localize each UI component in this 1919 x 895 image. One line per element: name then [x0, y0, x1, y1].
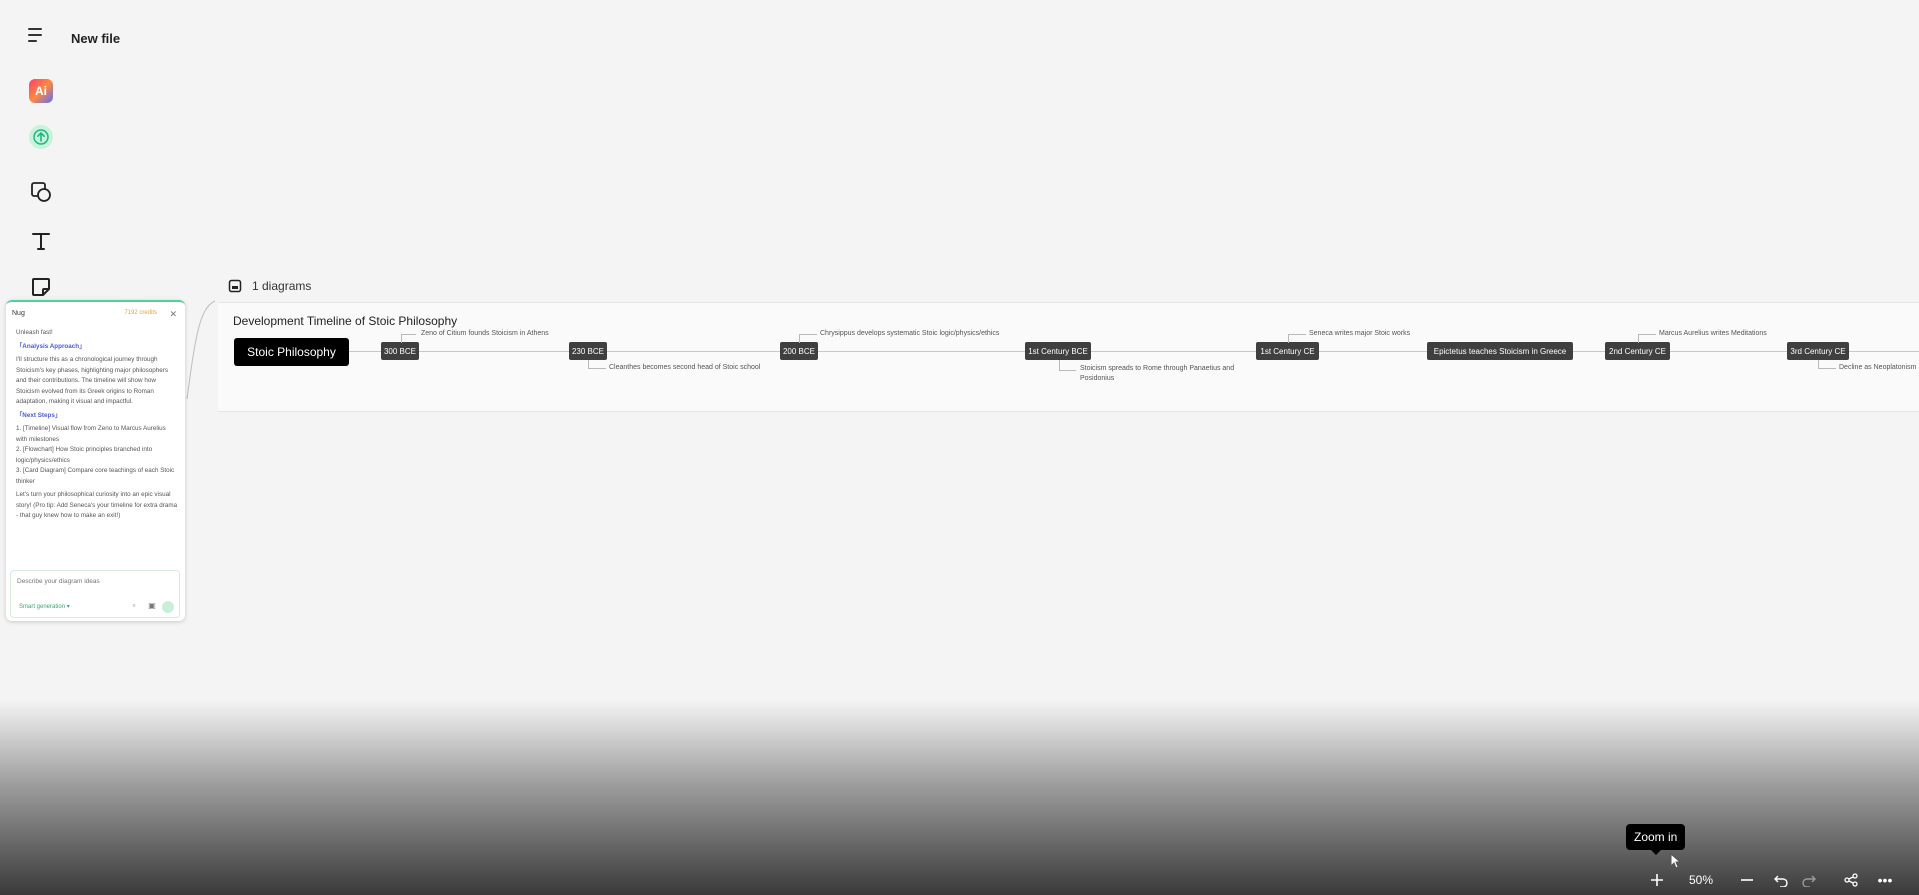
chat-message: Unleash fast! 「Analysis Approach」 I'll s…	[16, 328, 178, 525]
diagram-title[interactable]: Development Timeline of Stoic Philosophy	[233, 314, 457, 328]
undo-button[interactable]	[1770, 869, 1792, 891]
bottom-shade	[0, 700, 1919, 895]
minus-icon	[1741, 879, 1753, 881]
timeline-node[interactable]: 1st Century BCE	[1025, 342, 1091, 360]
upload-icon	[29, 125, 53, 149]
shapes-button[interactable]	[26, 177, 56, 207]
next-steps-heading: 「Next Steps」	[16, 411, 62, 419]
timeline-node[interactable]: 230 BCE	[569, 342, 607, 360]
send-button[interactable]	[162, 601, 174, 613]
generation-mode-select[interactable]: Smart generation ▾	[19, 603, 70, 610]
timeline-node[interactable]: 200 BCE	[780, 342, 818, 360]
zoom-out-button[interactable]	[1736, 869, 1758, 891]
chat-input-box: Smart generation ▾ ▫ ▣	[10, 570, 180, 618]
event-connector	[588, 360, 606, 369]
undo-icon	[1774, 875, 1788, 887]
timeline-node[interactable]: 3rd Century CE	[1787, 342, 1849, 360]
generation-mode-label: Smart generation	[19, 604, 66, 610]
attach-image-icon[interactable]: ▣	[147, 601, 157, 611]
timeline-node[interactable]: Epictetus teaches Stoicism in Greece	[1427, 342, 1573, 360]
zoom-level[interactable]: 50%	[1686, 869, 1716, 891]
event-connector	[1638, 334, 1656, 343]
text-button[interactable]	[26, 226, 56, 256]
text-icon	[32, 233, 50, 250]
event-connector	[401, 334, 416, 343]
timeline-node[interactable]: 2nd Century CE	[1605, 342, 1670, 360]
ai-chat-panel: Nug 7192 credits ✕ Unleash fast! 「Analys…	[6, 300, 185, 621]
redo-icon	[1802, 875, 1816, 887]
more-options-button[interactable]: •••	[1874, 869, 1896, 891]
mouse-cursor-icon	[1670, 853, 1682, 869]
analysis-heading: 「Analysis Approach」	[16, 342, 86, 350]
plus-icon	[1651, 874, 1663, 886]
next-step-item[interactable]: 1. [Timeline] Visual flow from Zeno to M…	[16, 424, 178, 445]
share-icon	[1844, 873, 1858, 887]
chat-closing: Let's turn your philosophical curiosity …	[16, 491, 178, 519]
event-label[interactable]: Marcus Aurelius writes Meditations	[1659, 330, 1767, 337]
prompt-input[interactable]	[15, 574, 169, 588]
timeline-axis	[300, 351, 1919, 352]
menu-icon[interactable]	[28, 28, 46, 42]
attach-file-icon[interactable]: ▫	[129, 601, 139, 611]
sticky-note-icon	[32, 278, 50, 296]
timeline-node[interactable]: 300 BCE	[381, 342, 419, 360]
share-button[interactable]	[1840, 869, 1862, 891]
chat-greeting: Unleash fast!	[16, 329, 53, 336]
redo-button[interactable]	[1798, 869, 1820, 891]
diagram-count-label: 1 diagrams	[252, 279, 312, 293]
event-label[interactable]: Seneca writes major Stoic works	[1309, 330, 1410, 337]
event-connector	[1059, 360, 1076, 371]
shapes-icon	[31, 182, 51, 202]
more-icon: •••	[1877, 872, 1893, 888]
connector-bracket	[186, 300, 216, 400]
close-icon[interactable]: ✕	[169, 309, 177, 320]
event-connector	[1818, 360, 1836, 369]
next-step-item[interactable]: 2. [Flowchart] How Stoic principles bran…	[16, 445, 178, 466]
analysis-text: I'll structure this as a chronological j…	[16, 356, 169, 405]
zoom-in-button[interactable]	[1646, 869, 1668, 891]
diagram-icon	[228, 279, 242, 293]
diagram-count[interactable]: 1 diagrams	[228, 278, 311, 294]
event-label[interactable]: Cleanthes becomes second head of Stoic s…	[609, 364, 760, 371]
timeline-node[interactable]: 1st Century CE	[1256, 342, 1319, 360]
chat-header: Nug 7192 credits ✕	[12, 309, 179, 320]
top-bar: New file	[0, 0, 400, 78]
event-label[interactable]: Decline as Neoplatonism	[1839, 364, 1916, 371]
credits-badge: 7192 credits	[124, 310, 157, 316]
event-connector	[1288, 334, 1306, 343]
ai-tool-button[interactable]: Ai	[26, 76, 56, 106]
event-label[interactable]: Chrysippus develops systematic Stoic log…	[820, 330, 999, 337]
sticky-note-button[interactable]	[26, 272, 56, 302]
bottom-toolbar: 50% •••	[1640, 869, 1919, 891]
event-connector	[799, 334, 817, 343]
event-label[interactable]: Stoicism spreads to Rome through Panaeti…	[1080, 364, 1250, 384]
file-title[interactable]: New file	[71, 31, 120, 46]
zoom-tooltip: Zoom in	[1626, 824, 1686, 855]
next-step-item[interactable]: 3. [Card Diagram] Compare core teachings…	[16, 466, 178, 487]
event-label[interactable]: Zeno of Citium founds Stoicism in Athens	[421, 330, 549, 337]
upload-button[interactable]	[26, 122, 56, 152]
root-node[interactable]: Stoic Philosophy	[234, 338, 349, 366]
chat-title: Nug	[12, 310, 25, 317]
ai-icon: Ai	[29, 79, 53, 103]
